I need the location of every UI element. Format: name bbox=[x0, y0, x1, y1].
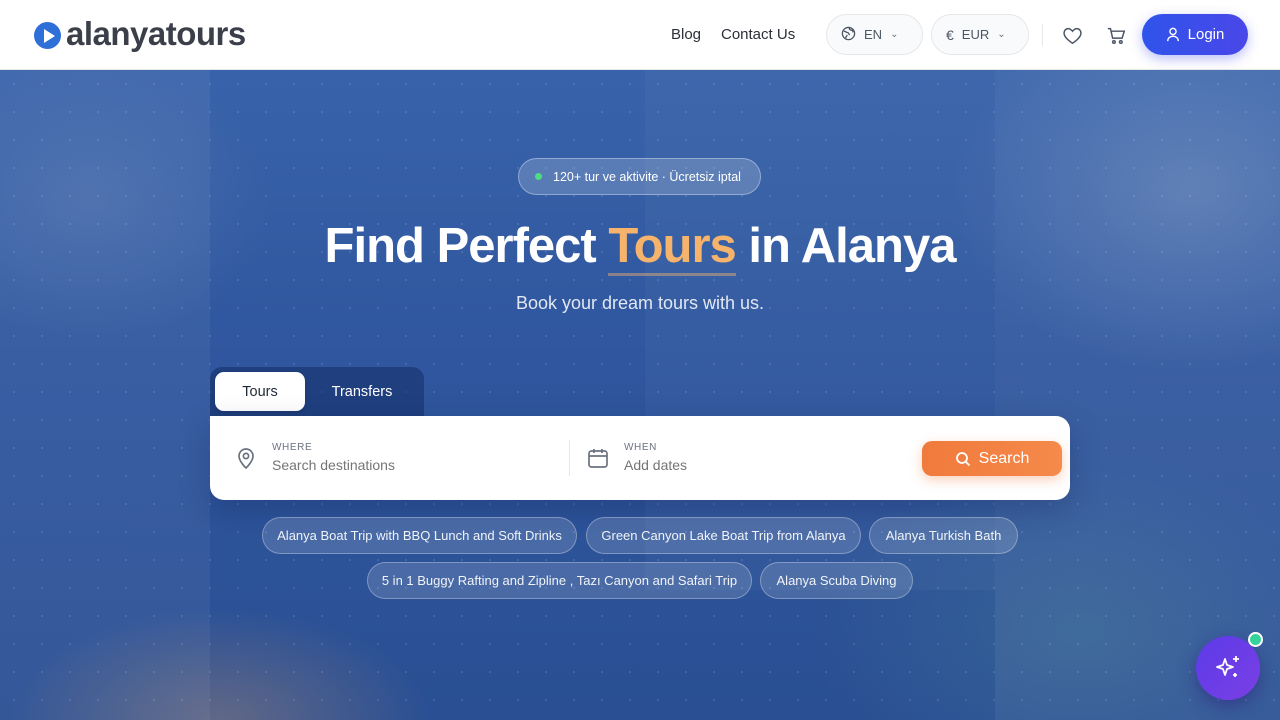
search-icon bbox=[955, 451, 970, 466]
search-button[interactable]: Search bbox=[922, 441, 1062, 476]
calendar-icon bbox=[586, 446, 610, 470]
hero-badge-text: 120+ tur ve aktivite · Ücretsiz iptal bbox=[553, 169, 741, 184]
hero-subtitle: Book your dream tours with us. bbox=[515, 293, 765, 313]
heart-icon[interactable] bbox=[1060, 23, 1084, 47]
where-label: WHERE bbox=[272, 441, 313, 453]
nav-link-contact-us[interactable]: Contact Us bbox=[721, 26, 795, 43]
currency-value: EUR bbox=[961, 27, 990, 42]
language-select[interactable]: EN ⌄ bbox=[826, 14, 923, 55]
suggestion-chip[interactable]: Alanya Scuba Diving bbox=[760, 562, 913, 599]
when-input[interactable] bbox=[624, 456, 874, 473]
brand-logo[interactable]: alanyatours bbox=[34, 17, 246, 51]
chevron-down-icon: ⌄ bbox=[890, 29, 899, 40]
sparkles-icon bbox=[1216, 656, 1239, 677]
brand-name: alanyatours bbox=[66, 15, 246, 52]
currency-symbol: € bbox=[946, 26, 954, 43]
search-card: WHERE WHEN Search bbox=[210, 416, 1070, 500]
logo-mark-icon bbox=[34, 22, 61, 49]
login-label: Login bbox=[1187, 26, 1225, 43]
where-input[interactable] bbox=[272, 456, 522, 473]
field-divider bbox=[569, 440, 570, 476]
search-tabs: Tours Transfers bbox=[210, 367, 424, 417]
globe-icon bbox=[841, 26, 856, 44]
assistant-online-indicator bbox=[1248, 632, 1263, 647]
cart-icon[interactable] bbox=[1104, 23, 1128, 47]
tab-transfers[interactable]: Transfers bbox=[313, 372, 411, 411]
language-value: EN bbox=[864, 27, 883, 42]
when-label: WHEN bbox=[624, 441, 657, 453]
tab-tours[interactable]: Tours bbox=[215, 372, 305, 411]
site-header: alanyatours Blog Contact Us EN ⌄ € EUR ⌄… bbox=[0, 0, 1280, 70]
suggestion-chip[interactable]: 5 in 1 Buggy Rafting and Zipline , Tazı … bbox=[367, 562, 752, 599]
login-button[interactable]: Login bbox=[1142, 14, 1248, 55]
when-field[interactable]: WHEN bbox=[586, 416, 874, 500]
user-icon bbox=[1166, 27, 1179, 42]
hero-badge: 120+ tur ve aktivite · Ücretsiz iptal bbox=[518, 158, 761, 195]
hero-title-after: in Alanya bbox=[735, 219, 956, 273]
status-dot bbox=[535, 173, 542, 180]
suggestion-chip[interactable]: Alanya Boat Trip with BBQ Lunch and Soft… bbox=[262, 517, 577, 554]
suggestion-chip[interactable]: Alanya Turkish Bath bbox=[869, 517, 1018, 554]
hero-title-highlight: Tours bbox=[608, 219, 737, 276]
hero-title-before: Find Perfect bbox=[324, 219, 609, 273]
suggestion-chip[interactable]: Green Canyon Lake Boat Trip from Alanya bbox=[586, 517, 861, 554]
search-button-label: Search bbox=[978, 449, 1030, 467]
map-pin-icon bbox=[234, 446, 258, 470]
currency-select[interactable]: € EUR ⌄ bbox=[931, 14, 1029, 55]
where-field[interactable]: WHERE bbox=[234, 416, 522, 500]
header-divider bbox=[1042, 24, 1043, 46]
chevron-down-icon: ⌄ bbox=[997, 29, 1006, 40]
nav-link-blog[interactable]: Blog bbox=[671, 26, 701, 43]
hero-title: Find Perfect Tours in Alanya bbox=[0, 214, 1280, 278]
